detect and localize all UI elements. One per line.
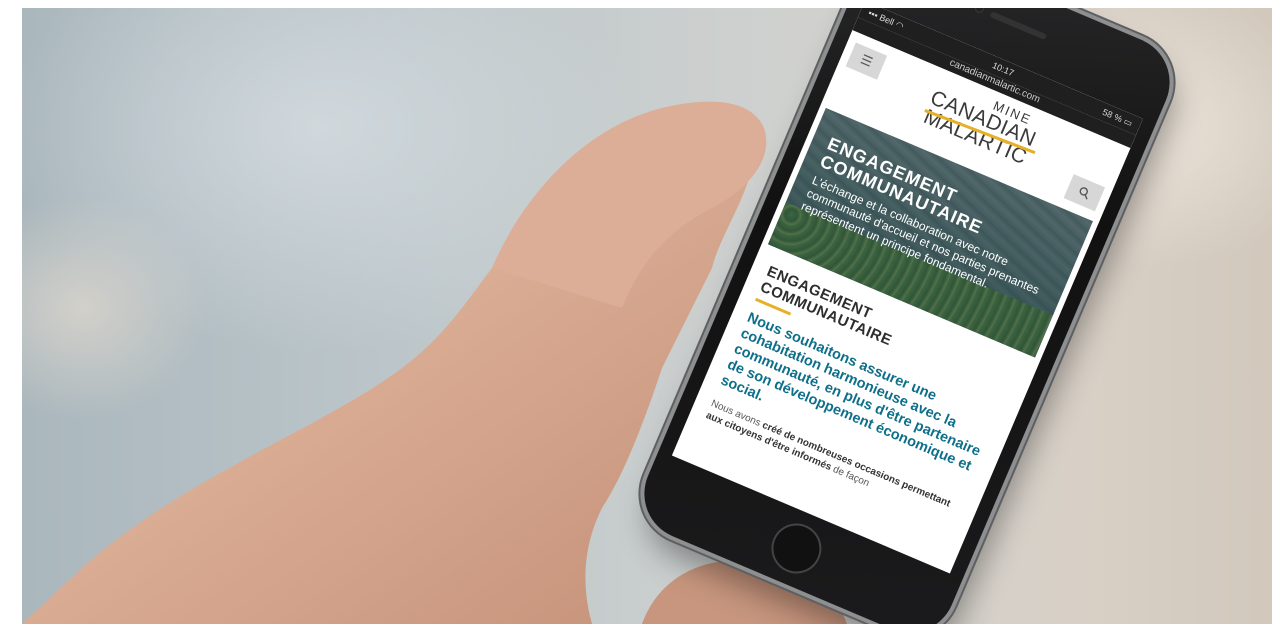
photo: ▪▪▪ Bell ◠ 10:17 58 % ▭ canadianmalartic… xyxy=(22,8,1272,624)
wifi-icon: ◠ xyxy=(894,18,906,31)
search-button[interactable] xyxy=(1063,174,1106,212)
menu-icon: ☰ xyxy=(858,51,875,70)
menu-button[interactable]: ☰ xyxy=(845,42,888,80)
carrier-name: Bell xyxy=(878,11,896,27)
search-icon xyxy=(1079,187,1088,200)
battery-icon: ▭ xyxy=(1122,115,1135,129)
